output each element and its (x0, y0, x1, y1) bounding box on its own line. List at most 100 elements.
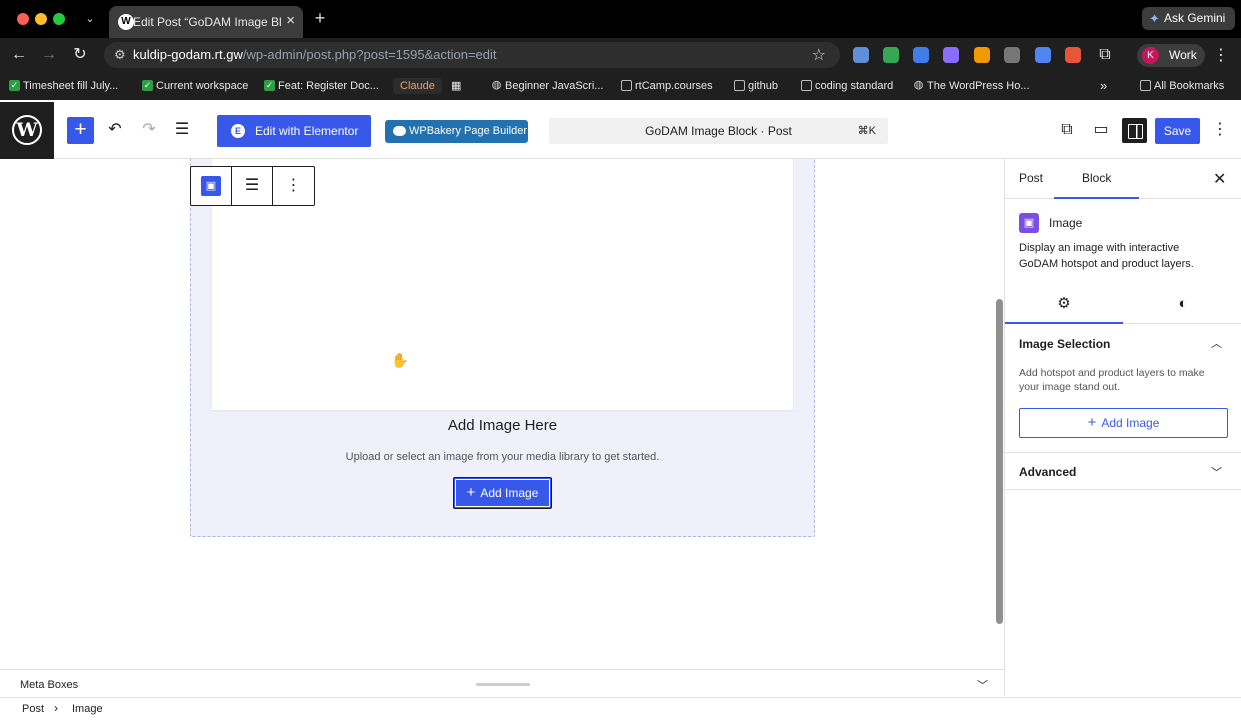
breadcrumb-image[interactable]: Image (72, 702, 103, 716)
bookmarks-overflow-icon[interactable]: » (1100, 78, 1107, 94)
browser-tab-active[interactable]: W Edit Post “GoDAM Image Block × (109, 6, 303, 38)
hand-cursor-icon: ✋ (391, 352, 409, 368)
bookmark-item-claude[interactable]: Claude (393, 78, 442, 94)
apps-grid-icon[interactable]: ▦ (451, 78, 461, 94)
wordpress-logo-button[interactable]: W (0, 102, 54, 159)
bookmark-star-icon[interactable]: ☆ (812, 45, 826, 65)
view-post-external-icon[interactable]: ⧉ (1055, 118, 1079, 142)
bookmark-item[interactable]: ◍ Beginner JavaScri... (491, 78, 604, 94)
extensions-puzzle-icon[interactable]: ⧉ (1094, 44, 1116, 66)
divider (1005, 489, 1241, 490)
close-sidebar-icon[interactable]: ✕ (1213, 169, 1226, 189)
close-tab-icon[interactable]: × (286, 13, 295, 29)
tab-post[interactable]: Post (1019, 159, 1043, 199)
wpbakery-button[interactable]: WPBakery Page Builder (385, 120, 528, 143)
godam-image-block[interactable]: Add Image Here Upload or select an image… (190, 159, 815, 537)
bookmark-folder[interactable]: github (734, 78, 778, 94)
profile-name: Work (1169, 48, 1197, 62)
globe-icon: ◍ (491, 79, 502, 91)
block-placeholder-description: Upload or select an image from your medi… (345, 451, 660, 463)
address-url[interactable]: kuldip-godam.rt.gw/wp-admin/post.php?pos… (133, 47, 497, 63)
chevron-down-icon[interactable]: ﹀ (977, 677, 988, 693)
browser-tabstrip: ⌄ W Edit Post “GoDAM Image Block × + ✦ A… (0, 0, 1241, 38)
command-palette-bar[interactable]: GoDAM Image Block · Post ⌘K (549, 118, 888, 144)
checkmark-icon: ✓ (142, 80, 153, 91)
edit-with-elementor-button[interactable]: E Edit with Elementor (217, 115, 371, 147)
add-image-button[interactable]: + Add Image (453, 477, 552, 509)
tab-block[interactable]: Block (1054, 159, 1140, 199)
extension-4-icon[interactable] (943, 47, 959, 63)
block-type-switcher[interactable]: ▣ (191, 167, 232, 205)
document-overview-list-icon[interactable]: ☰ (170, 118, 194, 142)
bookmark-item[interactable]: ◍ The WordPress Ho... (913, 78, 1030, 94)
sidebar-tabs: Post Block ✕ (1005, 159, 1241, 199)
ask-gemini-button[interactable]: ✦ Ask Gemini (1142, 7, 1235, 30)
chevron-right-icon: › (54, 701, 58, 715)
minimize-window-button[interactable] (35, 13, 47, 25)
maximize-window-button[interactable] (53, 13, 65, 25)
device-preview-icon[interactable]: ▭ (1089, 118, 1113, 142)
folder-icon (1140, 80, 1151, 91)
sidebar-add-image-button[interactable]: + Add Image (1019, 408, 1228, 438)
new-tab-plus-icon[interactable]: + (310, 8, 330, 28)
forward-arrow-icon[interactable]: → (38, 44, 60, 66)
chevron-up-icon[interactable]: ︿ (1211, 335, 1222, 351)
back-arrow-icon[interactable]: ← (8, 44, 30, 66)
block-options-kebab-icon[interactable]: ⋮ (273, 167, 314, 205)
bookmark-folder[interactable]: rtCamp.courses (621, 78, 713, 94)
extension-7-icon[interactable] (1035, 47, 1051, 63)
browser-menu-kebab-icon[interactable]: ⋮ (1213, 45, 1229, 65)
folder-icon (734, 80, 745, 91)
chevron-down-icon[interactable]: ﹀ (1211, 464, 1222, 480)
folder-icon (621, 80, 632, 91)
breadcrumb: Post › Image (0, 697, 1241, 720)
close-window-button[interactable] (17, 13, 29, 25)
editor-header: W + ↶ ↷ ☰ E Edit with Elementor WPBakery… (0, 102, 1241, 159)
breadcrumb-post[interactable]: Post (22, 702, 44, 716)
align-center-icon[interactable]: ☰ (232, 167, 273, 205)
bookmark-folder[interactable]: coding standard (801, 78, 893, 94)
settings-sidebar-toggle-icon[interactable] (1122, 118, 1147, 143)
settings-sidebar: Post Block ✕ ▣ Image Display an image wi… (1004, 159, 1241, 696)
undo-icon[interactable]: ↶ (103, 118, 127, 142)
extension-5-icon[interactable] (974, 47, 990, 63)
url-host: kuldip-godam.rt.gw (133, 47, 243, 62)
extension-2-icon[interactable] (883, 47, 899, 63)
canvas-scrollbar[interactable] (996, 299, 1003, 624)
block-toolbar: ▣ ☰ ⋮ (190, 166, 315, 206)
bookmark-item[interactable]: ✓ Timesheet fill July... (9, 78, 118, 94)
gemini-sparkle-icon: ✦ (1149, 11, 1160, 26)
folder-icon (801, 80, 812, 91)
extension-1-icon[interactable] (853, 47, 869, 63)
sidebar-add-image-label: Add Image (1101, 416, 1160, 430)
editor-canvas: Add Image Here Upload or select an image… (0, 159, 1004, 669)
wpbakery-label: WPBakery Page Builder (409, 125, 527, 137)
bookmark-item[interactable]: ✓ Feat: Register Doc... (264, 78, 379, 94)
block-inserter-plus-button[interactable]: + (67, 117, 94, 144)
profile-button[interactable]: K Work (1137, 44, 1205, 67)
profile-avatar: K (1142, 47, 1159, 64)
reload-icon[interactable]: ↻ (69, 44, 91, 66)
options-kebab-icon[interactable]: ⋮ (1208, 118, 1232, 142)
site-info-tune-icon[interactable]: ⚙ (114, 46, 126, 64)
meta-boxes-bar[interactable]: Meta Boxes ﹀ (0, 669, 1004, 697)
resize-handle[interactable] (476, 683, 530, 686)
document-title: GoDAM Image Block · Post (645, 124, 792, 138)
extension-8-icon[interactable] (1065, 47, 1081, 63)
styles-contrast-icon[interactable]: ◐ (1124, 285, 1241, 324)
bookmark-item[interactable]: ✓ Current workspace (142, 78, 248, 94)
all-bookmarks-folder[interactable]: All Bookmarks (1140, 78, 1224, 94)
image-selection-panel-title[interactable]: Image Selection (1019, 336, 1110, 352)
tab-search-chevron-icon[interactable]: ⌄ (80, 9, 100, 29)
address-bar[interactable]: ⚙ kuldip-godam.rt.gw/wp-admin/post.php?p… (104, 42, 840, 68)
redo-icon[interactable]: ↷ (137, 118, 161, 142)
save-button[interactable]: Save (1155, 118, 1200, 144)
extension-6-icon[interactable] (1004, 47, 1020, 63)
block-card-title: Image (1049, 216, 1083, 230)
advanced-panel-title[interactable]: Advanced (1019, 464, 1076, 480)
extension-3-icon[interactable] (913, 47, 929, 63)
settings-gear-icon[interactable]: ⚙ (1005, 285, 1123, 324)
wordpress-favicon-icon: W (118, 14, 134, 30)
checkmark-icon: ✓ (264, 80, 275, 91)
tab-title: Edit Post “GoDAM Image Block (133, 15, 281, 29)
